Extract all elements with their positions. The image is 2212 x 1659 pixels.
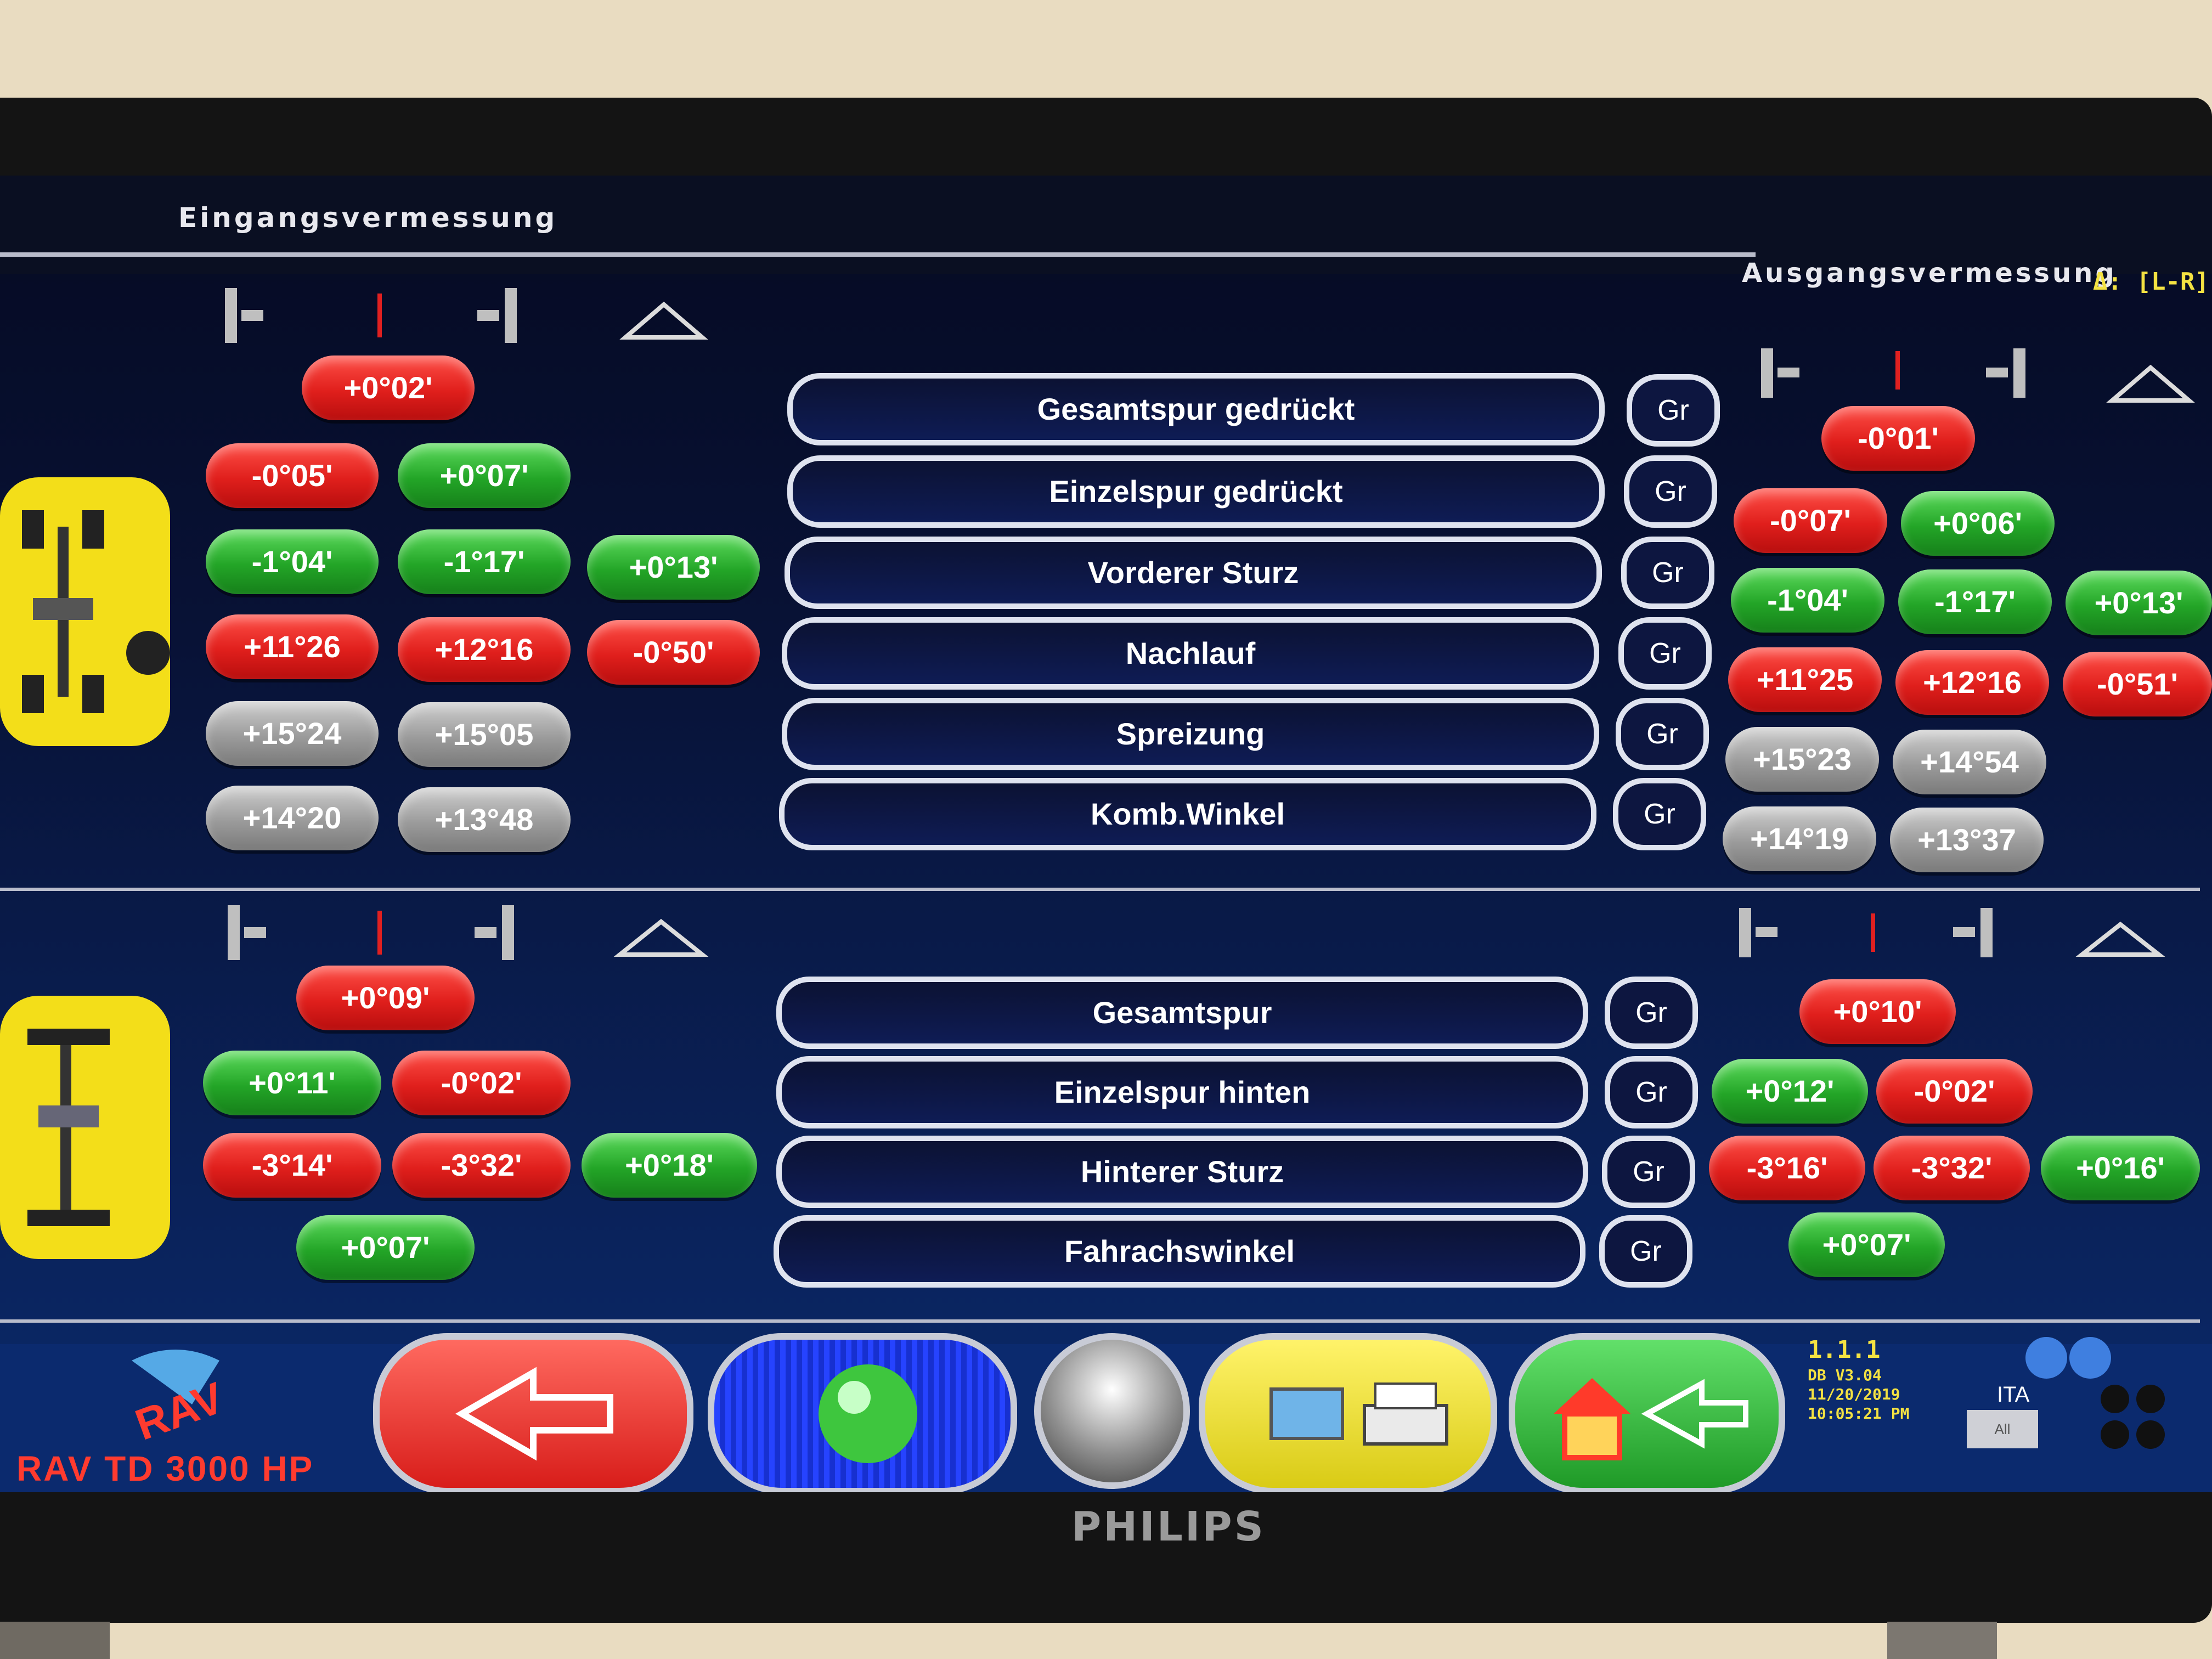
rear-output-thrust-angle[interactable]: +0°07' [1788, 1212, 1945, 1277]
graph-button-rear-camber[interactable]: Gr [1602, 1136, 1695, 1208]
input-measurement-title[interactable]: Eingangsvermessung [178, 202, 557, 234]
front-output-total-toe[interactable]: -0°01' [1821, 406, 1975, 471]
database-version: DB V3.04 [1808, 1366, 1882, 1384]
label-rear-total-toe[interactable]: Gesamtspur [776, 977, 1588, 1049]
rear-input-camber-delta[interactable]: +0°18' [582, 1133, 757, 1198]
delta-indicator: Δ: [L-R] [2093, 268, 2209, 296]
label-included-angle[interactable]: Komb.Winkel [779, 778, 1596, 850]
front-output-caster-delta[interactable]: -0°51' [2063, 652, 2212, 716]
header-divider [0, 252, 1756, 257]
front-rear-divider [0, 888, 2200, 891]
graph-button-kpi[interactable]: Gr [1616, 698, 1709, 770]
back-arrow-icon [455, 1367, 613, 1461]
label-caster[interactable]: Nachlauf [782, 617, 1599, 690]
front-output-included-right[interactable]: +13°37 [1890, 808, 2044, 872]
front-column-icons-input [225, 288, 708, 343]
measure-button[interactable] [708, 1333, 1017, 1492]
front-column-icons-output [1761, 348, 2195, 403]
rear-input-total-toe[interactable]: +0°09' [296, 966, 475, 1030]
front-output-caster-left[interactable]: +11°25 [1728, 647, 1882, 712]
monitor-stand-right [1887, 1622, 1997, 1659]
graph-button-thrust-angle[interactable]: Gr [1599, 1215, 1692, 1288]
home-arrow-icon [1554, 1378, 1748, 1460]
graph-button-rear-individual-toe[interactable]: Gr [1605, 1056, 1698, 1128]
monitor-stand-left [0, 1622, 110, 1659]
front-output-toe-right[interactable]: +0°06' [1901, 491, 2055, 556]
graph-button-rear-total-toe[interactable]: Gr [1605, 977, 1698, 1049]
front-output-kpi-left[interactable]: +15°23 [1725, 727, 1879, 792]
back-button[interactable] [373, 1333, 693, 1492]
bluetooth-icon [2025, 1337, 2111, 1379]
rav-logo: RAV [129, 1350, 230, 1449]
rear-input-camber-right[interactable]: -3°32' [392, 1133, 571, 1198]
rear-input-camber-left[interactable]: -3°14' [203, 1133, 381, 1198]
front-input-caster-right[interactable]: +12°16 [398, 617, 571, 682]
rear-output-camber-left[interactable]: -3°16' [1709, 1136, 1865, 1200]
rear-output-toe-right[interactable]: -0°02' [1876, 1059, 2033, 1124]
label-thrust-angle[interactable]: Fahrachswinkel [774, 1215, 1585, 1288]
front-input-kpi-right[interactable]: +15°05 [398, 702, 571, 767]
home-button[interactable] [1509, 1333, 1785, 1492]
label-individual-toe-pressed[interactable]: Einzelspur gedrückt [787, 455, 1605, 528]
front-output-camber-delta[interactable]: +0°13' [2066, 571, 2212, 635]
print-button[interactable] [1199, 1333, 1497, 1492]
label-kpi[interactable]: Spreizung [782, 698, 1599, 770]
front-input-caster-delta[interactable]: -0°50' [587, 620, 760, 685]
output-measurement-title[interactable]: Ausgangsvermessung [1742, 258, 2117, 289]
front-input-toe-left[interactable]: -0°05' [206, 443, 379, 508]
gray-round-button[interactable] [1034, 1333, 1190, 1489]
graph-button-front-camber[interactable]: Gr [1621, 537, 1714, 609]
label-rear-camber[interactable]: Hinterer Sturz [776, 1136, 1588, 1208]
software-version: 1.1.1 [1808, 1336, 1881, 1364]
rear-output-toe-left[interactable]: +0°12' [1712, 1059, 1868, 1124]
front-input-camber-right[interactable]: -1°17' [398, 529, 571, 594]
rear-axle-icon [0, 996, 170, 1259]
front-input-total-toe[interactable]: +0°02' [302, 356, 475, 420]
front-output-kpi-right[interactable]: +14°54 [1893, 730, 2046, 794]
rear-input-thrust-angle[interactable]: +0°07' [296, 1215, 475, 1280]
rear-input-toe-right[interactable]: -0°02' [392, 1051, 571, 1115]
rear-column-icons-input [228, 905, 709, 960]
graph-button-total-toe-pressed[interactable]: Gr [1627, 374, 1720, 447]
footer-divider [0, 1319, 2200, 1323]
current-time: 10:05:21 PM [1808, 1404, 1910, 1423]
monitor-brand: PHILIPS [1071, 1503, 1266, 1550]
graph-button-individual-toe-pressed[interactable]: Gr [1624, 455, 1717, 528]
front-input-kpi-left[interactable]: +15°24 [206, 701, 379, 766]
front-input-included-right[interactable]: +13°48 [398, 787, 571, 852]
front-output-caster-right[interactable]: +12°16 [1895, 650, 2049, 715]
model-name: RAV TD 3000 HP [16, 1449, 314, 1488]
front-output-toe-left[interactable]: -0°07' [1734, 488, 1887, 553]
front-output-camber-left[interactable]: -1°04' [1731, 568, 1884, 633]
label-rear-individual-toe[interactable]: Einzelspur hinten [776, 1056, 1588, 1128]
front-input-included-left[interactable]: +14°20 [206, 786, 379, 850]
front-output-camber-right[interactable]: -1°17' [1898, 569, 2052, 634]
language-code: ITA [1997, 1383, 2030, 1407]
front-input-caster-left[interactable]: +11°26 [206, 614, 379, 679]
green-sphere-icon [819, 1364, 917, 1463]
front-output-included-left[interactable]: +14°19 [1723, 806, 1876, 871]
language-button[interactable]: All [1967, 1410, 2038, 1448]
front-axle-icon [0, 477, 170, 746]
front-input-camber-left[interactable]: -1°04' [206, 529, 379, 594]
rear-column-icons-output [1739, 908, 2165, 957]
label-total-toe-pressed[interactable]: Gesamtspur gedrückt [787, 373, 1605, 445]
computer-printer-icon [1269, 1383, 1448, 1446]
graph-button-included-angle[interactable]: Gr [1613, 778, 1706, 850]
label-front-camber[interactable]: Vorderer Sturz [785, 537, 1602, 609]
rear-output-total-toe[interactable]: +0°10' [1799, 979, 1956, 1044]
settings-grid-icon[interactable] [2098, 1383, 2170, 1454]
rear-input-toe-left[interactable]: +0°11' [203, 1051, 381, 1115]
front-input-toe-right[interactable]: +0°07' [398, 443, 571, 508]
rear-output-camber-delta[interactable]: +0°16' [2041, 1136, 2200, 1200]
alignment-screen: Eingangsvermessung Ausgangsvermessung Δ:… [0, 176, 2212, 1492]
current-date: 11/20/2019 [1808, 1385, 1900, 1403]
graph-button-caster[interactable]: Gr [1618, 617, 1712, 690]
front-input-camber-delta[interactable]: +0°13' [587, 535, 760, 600]
rear-output-camber-right[interactable]: -3°32' [1874, 1136, 2030, 1200]
